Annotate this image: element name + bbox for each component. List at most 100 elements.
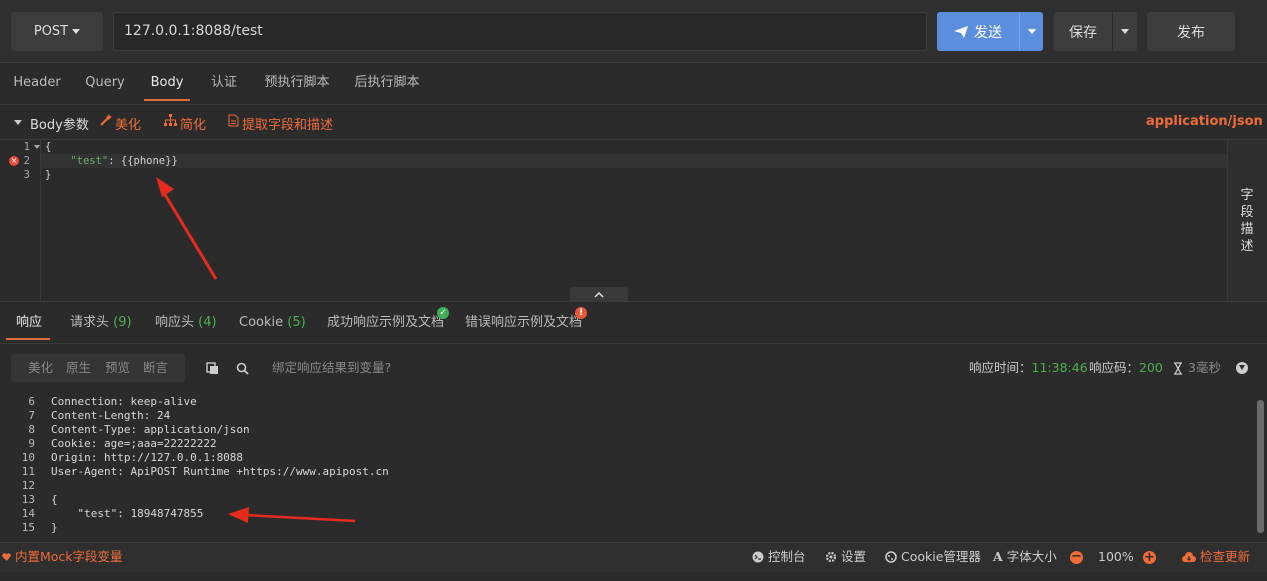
error-alert-icon: !: [575, 307, 587, 319]
font-icon: A: [993, 549, 1003, 564]
settings-button[interactable]: 设置: [825, 542, 866, 572]
code-line: }: [45, 169, 52, 181]
chevron-down-icon: [1121, 29, 1129, 34]
cookie-icon: [885, 551, 897, 563]
response-line: }: [51, 521, 58, 534]
beautify-label: 美化: [115, 118, 142, 133]
json-value: : {{phone}}: [108, 155, 178, 167]
publish-button[interactable]: 发布: [1147, 12, 1235, 51]
line-number: 13: [21, 493, 35, 506]
response-line: "test": 18948747855: [51, 507, 204, 520]
document-icon: [228, 114, 239, 127]
body-params-title: Body参数: [30, 118, 89, 133]
response-line: Cookie: age=;aaa=22222222: [51, 437, 217, 450]
line-number: 9: [28, 437, 35, 450]
line-number: 14: [21, 507, 35, 520]
check-update-button[interactable]: 检查更新: [1182, 542, 1250, 572]
zoom-out-icon[interactable]: −: [1070, 550, 1083, 564]
download-icon[interactable]: [1236, 362, 1248, 374]
request-tabs: Header Query Body 认证 预执行脚本 后执行脚本: [0, 63, 1267, 105]
fold-icon[interactable]: [34, 145, 40, 149]
code-line: "test": {{phone}}: [45, 155, 178, 167]
mock-variables-button[interactable]: 内置Mock字段变量: [2, 542, 123, 572]
scrollbar-thumb[interactable]: [1257, 400, 1264, 533]
tab-pre-script[interactable]: 预执行脚本: [258, 63, 336, 105]
response-code: 响应码：200: [1089, 360, 1163, 375]
search-icon[interactable]: [236, 362, 249, 375]
console-button[interactable]: 控制台: [752, 542, 806, 572]
code-line: {: [45, 141, 52, 153]
body-toolbar: Body参数 美化 简化 提取字段和描述 application/json: [0, 106, 1267, 140]
copy-icon[interactable]: [206, 362, 219, 375]
format-raw[interactable]: 原生: [66, 354, 91, 382]
tab-response-headers[interactable]: 响应头 (4): [155, 301, 217, 344]
tab-auth[interactable]: 认证: [204, 63, 244, 105]
method-select[interactable]: POST: [11, 12, 103, 51]
annotation-arrow: [228, 507, 356, 523]
gear-icon: [825, 551, 837, 563]
chevron-down-icon: [1027, 29, 1036, 34]
extract-fields-button[interactable]: 提取字段和描述: [228, 114, 333, 133]
send-label: 发送: [974, 24, 1002, 41]
success-check-icon: ✓: [437, 307, 449, 319]
field-description-label: 字 段 描 述: [1240, 188, 1254, 254]
tab-request-headers[interactable]: 请求头 (9): [70, 301, 132, 344]
chevron-down-icon: [72, 29, 81, 34]
line-number: 2: [23, 155, 30, 167]
console-icon: [752, 551, 764, 563]
wand-icon: [100, 114, 112, 126]
content-type-label: application/json: [1146, 114, 1263, 129]
line-number: 15: [21, 521, 35, 534]
annotation-arrow: [156, 177, 218, 280]
save-options-button[interactable]: [1112, 12, 1137, 51]
response-line: User-Agent: ApiPOST Runtime +https://www…: [51, 465, 389, 478]
method-label: POST: [33, 24, 69, 39]
line-number: 12: [21, 479, 35, 492]
beautify-button[interactable]: 美化: [100, 114, 141, 133]
panel-toggle-button[interactable]: [570, 287, 628, 302]
tab-cookie[interactable]: Cookie (5): [239, 301, 306, 344]
sitemap-icon: [164, 114, 177, 126]
tab-query[interactable]: Query: [78, 63, 132, 105]
active-tab-indicator: [144, 99, 190, 101]
tab-header[interactable]: Header: [6, 63, 68, 105]
zoom-in-icon[interactable]: +: [1143, 551, 1156, 564]
hourglass-icon: [1174, 362, 1182, 375]
response-line: Content-Type: application/json: [51, 423, 250, 436]
format-preview[interactable]: 预览: [105, 354, 130, 382]
save-button[interactable]: 保存: [1054, 12, 1112, 51]
simplify-button[interactable]: 简化: [164, 114, 206, 133]
collapse-icon[interactable]: [14, 120, 22, 125]
format-assert[interactable]: 断言: [143, 354, 168, 382]
font-size-label: A 字体大小: [993, 542, 1057, 572]
response-duration: 3毫秒: [1188, 360, 1221, 375]
send-button[interactable]: 发送: [937, 12, 1019, 51]
zoom-level: 100%: [1098, 549, 1134, 564]
response-line: Content-Length: 24: [51, 409, 171, 422]
content-type-select[interactable]: application/json: [1146, 114, 1267, 129]
json-key: "test": [70, 155, 109, 167]
url-input[interactable]: 127.0.0.1:8088/test: [113, 12, 927, 51]
line-number: 7: [28, 409, 35, 422]
line-number: 10: [21, 451, 35, 464]
line-number: 8: [28, 423, 35, 436]
tab-post-script[interactable]: 后执行脚本: [348, 63, 426, 105]
tab-error-example[interactable]: 错误响应示例及文档: [465, 301, 582, 344]
send-options-button[interactable]: [1019, 12, 1043, 51]
active-tab-indicator: [6, 338, 50, 340]
line-number: 1: [23, 141, 30, 153]
line-number: 11: [21, 465, 35, 478]
paper-plane-icon: [954, 25, 968, 38]
line-number: 6: [28, 395, 35, 408]
format-beautify[interactable]: 美化: [28, 354, 53, 382]
response-line: Origin: http://127.0.0.1:8088: [51, 451, 244, 464]
active-line-highlight: [41, 154, 1227, 168]
simplify-label: 简化: [180, 118, 207, 133]
bind-response-link[interactable]: 绑定响应结果到变量?: [272, 354, 391, 382]
line-number: 3: [23, 169, 30, 181]
window-bottom: [0, 572, 1267, 581]
tab-success-example[interactable]: 成功响应示例及文档: [327, 301, 444, 344]
extract-label: 提取字段和描述: [242, 118, 334, 133]
heart-icon: [2, 552, 11, 561]
cookie-manager-button[interactable]: Cookie管理器: [885, 542, 981, 572]
